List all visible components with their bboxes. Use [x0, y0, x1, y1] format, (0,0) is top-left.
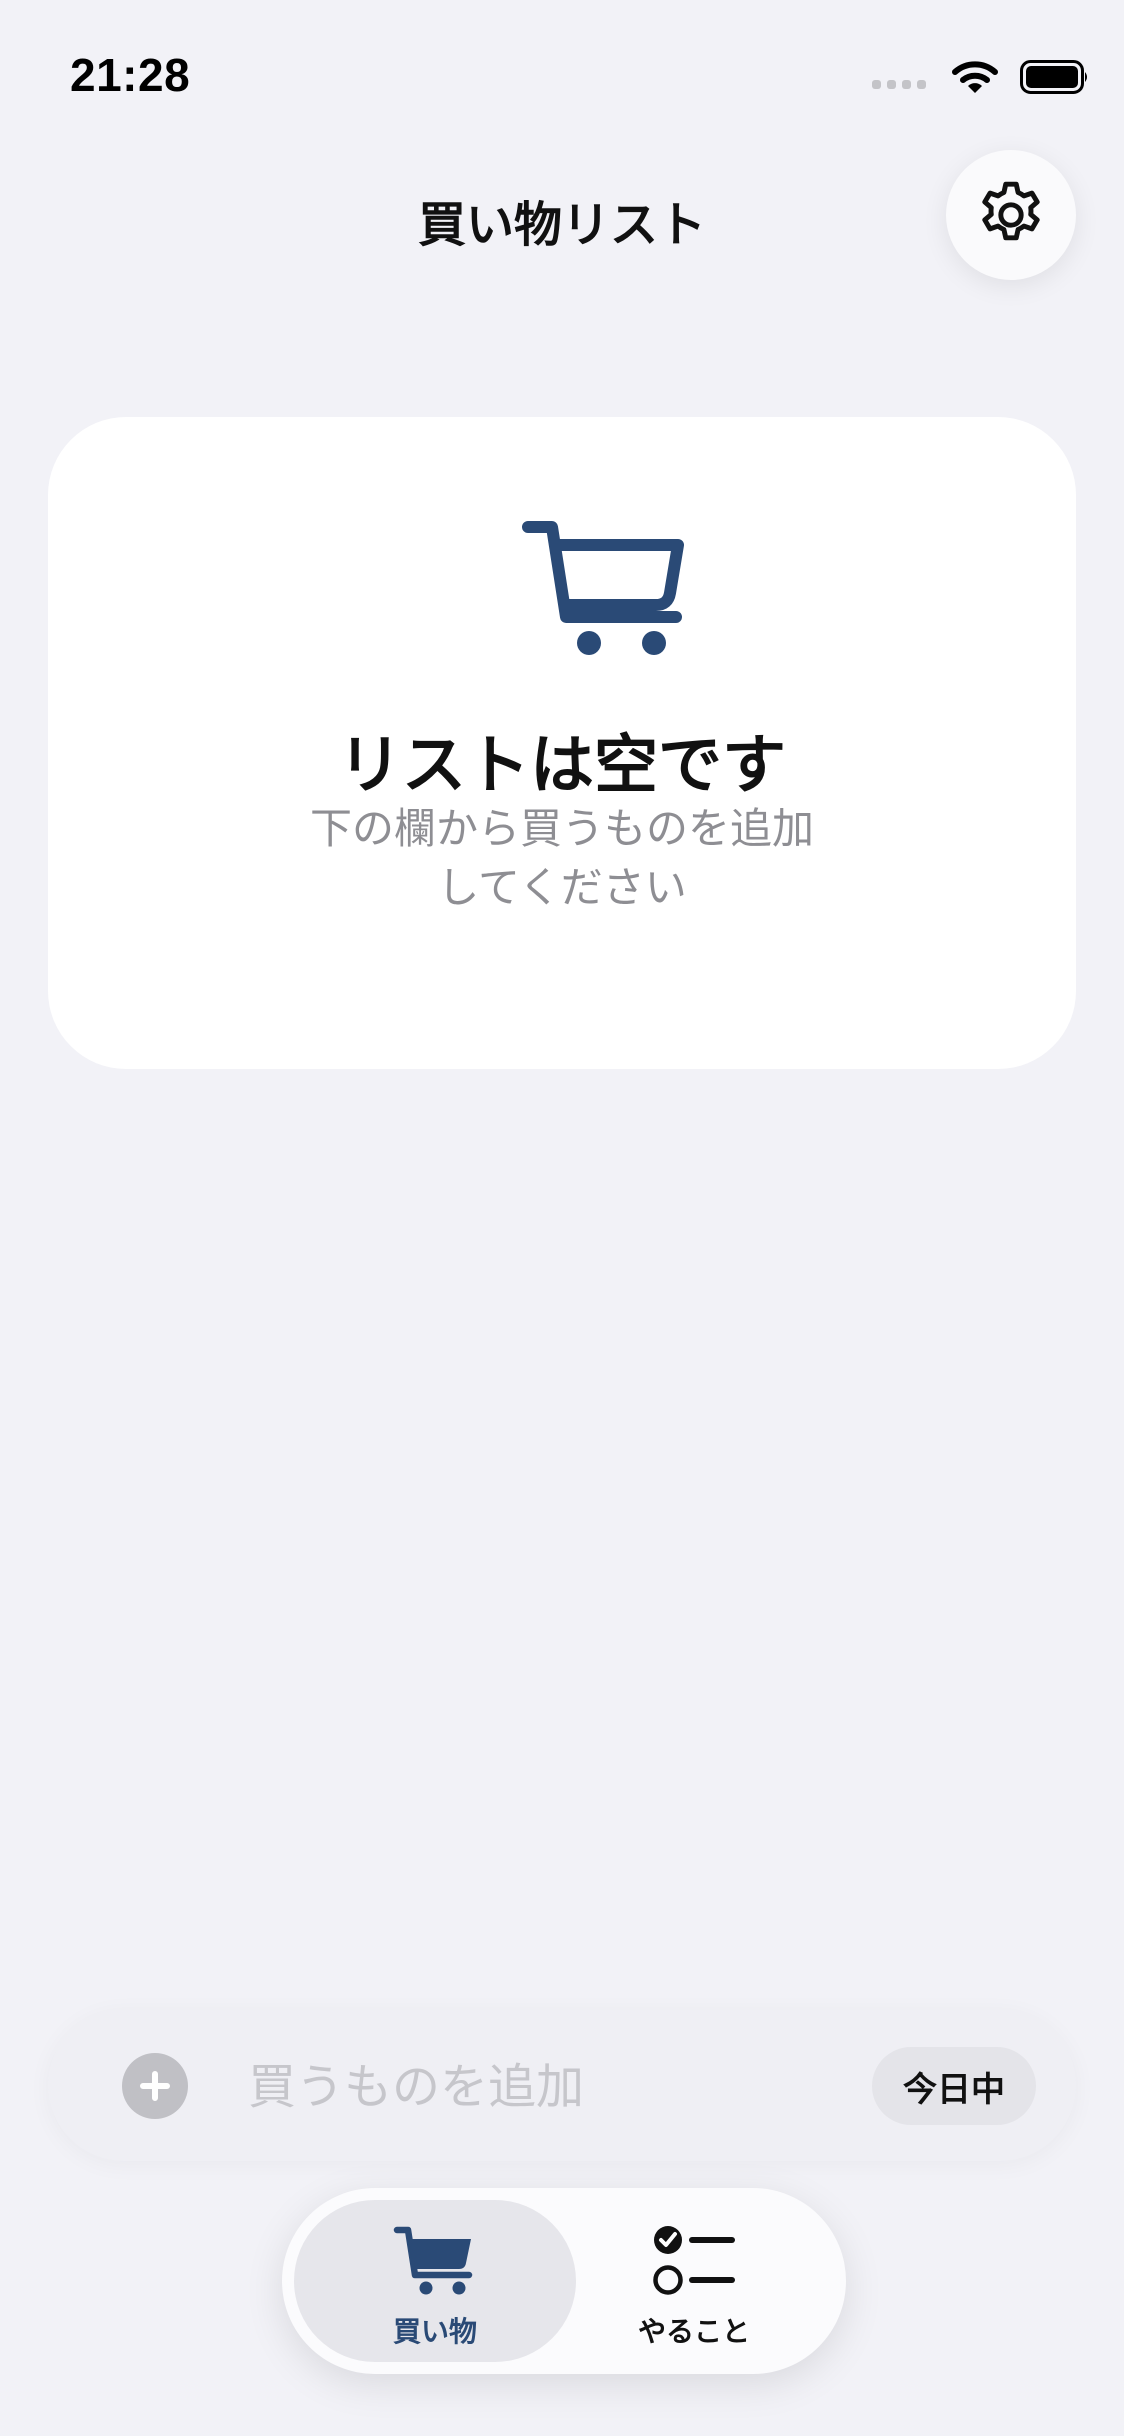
settings-button[interactable]: [946, 150, 1076, 280]
plus-icon: [140, 2071, 170, 2101]
due-date-chip[interactable]: 今日中: [872, 2047, 1036, 2125]
empty-state-card: リストは空です 下の欄から買うものを追加してください: [48, 417, 1076, 1069]
add-item-bar: 今日中: [48, 2009, 1076, 2161]
cellular-signal-icon: [872, 79, 926, 89]
tab-shopping[interactable]: 買い物: [294, 2200, 576, 2362]
add-item-input[interactable]: [248, 2047, 888, 2127]
wifi-icon: [952, 61, 998, 93]
empty-state-title: リストは空です: [338, 729, 786, 803]
tab-todo-label: やること: [637, 2315, 750, 2348]
tab-todo[interactable]: やること: [554, 2200, 834, 2362]
status-icons: [872, 60, 1090, 94]
shopping-cart-icon: [522, 521, 684, 655]
checklist-icon: [653, 2226, 735, 2295]
battery-icon: [1020, 60, 1087, 94]
status-time: 21:28: [70, 49, 191, 101]
tab-shopping-label: 買い物: [392, 2315, 477, 2348]
empty-state-subtitle: 下の欄から買うものを追加してください: [309, 804, 814, 912]
add-item-button[interactable]: [122, 2053, 188, 2119]
tab-bar: 買い物 やること: [282, 2188, 846, 2374]
gear-icon: [982, 181, 1040, 241]
shopping-cart-icon: [393, 2226, 473, 2295]
